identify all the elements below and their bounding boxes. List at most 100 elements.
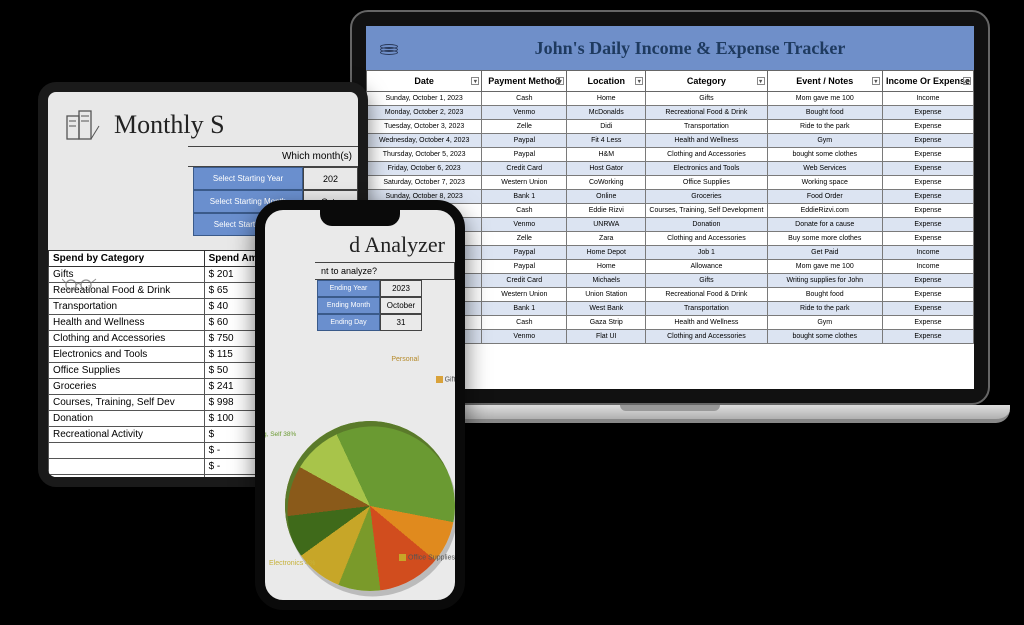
tracker-cell[interactable]: Bought food (767, 106, 882, 120)
tracker-col-5[interactable]: Income Or Expense▾ (882, 71, 973, 92)
tracker-cell[interactable]: Job 1 (646, 246, 767, 260)
tracker-col-0[interactable]: Date▾ (367, 71, 482, 92)
tracker-cell[interactable]: Home (567, 260, 646, 274)
tracker-cell[interactable]: Working space (767, 176, 882, 190)
tracker-cell[interactable]: Cash (482, 204, 567, 218)
tracker-row[interactable]: Saturday, October 7, 2023Western UnionCo… (367, 176, 974, 190)
tracker-col-1[interactable]: Payment Method▾ (482, 71, 567, 92)
tracker-cell[interactable]: Western Union (482, 176, 567, 190)
filter-icon[interactable]: ▾ (872, 77, 880, 85)
tracker-cell[interactable]: Gaza Strip (567, 316, 646, 330)
tracker-cell[interactable]: Friday, October 6, 2023 (367, 162, 482, 176)
tracker-cell[interactable]: Food Order (767, 190, 882, 204)
tracker-cell[interactable]: Bank 1 (482, 302, 567, 316)
ending-month-button[interactable]: Ending Month (317, 297, 380, 314)
tracker-cell[interactable]: Tuesday, October 3, 2023 (367, 120, 482, 134)
tracker-cell[interactable]: bought some clothes (767, 330, 882, 344)
tracker-col-2[interactable]: Location▾ (567, 71, 646, 92)
tracker-cell[interactable]: Thursday, October 5, 2023 (367, 148, 482, 162)
tracker-cell[interactable]: Transportation (646, 120, 767, 134)
tracker-cell[interactable]: Expense (882, 316, 973, 330)
tracker-cell[interactable]: Cash (482, 92, 567, 106)
select-start-year-button[interactable]: Select Starting Year (193, 167, 303, 190)
tracker-cell[interactable]: Credit Card (482, 274, 567, 288)
tracker-cell[interactable]: Income (882, 92, 973, 106)
tracker-cell[interactable]: Health and Wellness (646, 316, 767, 330)
tracker-cell[interactable]: Venmo (482, 218, 567, 232)
tracker-cell[interactable]: Expense (882, 162, 973, 176)
tracker-cell[interactable]: Home Depot (567, 246, 646, 260)
tracker-cell[interactable]: Sunday, October 1, 2023 (367, 92, 482, 106)
tracker-cell[interactable]: Expense (882, 120, 973, 134)
tracker-cell[interactable]: Western Union (482, 288, 567, 302)
filter-icon[interactable]: ▾ (635, 77, 643, 85)
ending-day-value[interactable]: 31 (380, 314, 422, 331)
tracker-cell[interactable]: Flat UI (567, 330, 646, 344)
tracker-cell[interactable]: Venmo (482, 330, 567, 344)
tracker-cell[interactable]: Monday, October 2, 2023 (367, 106, 482, 120)
tracker-cell[interactable]: West Bank (567, 302, 646, 316)
filter-icon[interactable]: ▾ (556, 77, 564, 85)
tracker-cell[interactable]: Zelle (482, 120, 567, 134)
tracker-cell[interactable]: Home (567, 92, 646, 106)
tracker-cell[interactable]: Online (567, 190, 646, 204)
tracker-cell[interactable]: Recreational Food & Drink (646, 106, 767, 120)
tracker-cell[interactable]: Expense (882, 302, 973, 316)
tracker-row[interactable]: Sunday, October 8, 2023Bank 1OnlineGroce… (367, 190, 974, 204)
tracker-cell[interactable]: Expense (882, 274, 973, 288)
col-category[interactable]: Spend by Category (49, 251, 205, 267)
tracker-cell[interactable]: Allowance (646, 260, 767, 274)
tracker-cell[interactable]: Bank 1 (482, 190, 567, 204)
tracker-cell[interactable]: Income (882, 260, 973, 274)
ending-year-button[interactable]: Ending Year (317, 280, 380, 297)
tracker-row[interactable]: Thursday, October 5, 2023PaypalH&MClothi… (367, 148, 974, 162)
start-year-value[interactable]: 202 (303, 167, 358, 190)
tracker-row[interactable]: Tuesday, October 3, 2023ZelleDidiTranspo… (367, 120, 974, 134)
filter-icon[interactable]: ▾ (471, 77, 479, 85)
tracker-cell[interactable]: bought some clothes (767, 148, 882, 162)
tracker-cell[interactable]: Didi (567, 120, 646, 134)
tracker-cell[interactable]: Ride to the park (767, 302, 882, 316)
tracker-cell[interactable]: Expense (882, 148, 973, 162)
tracker-cell[interactable]: Office Supplies (646, 176, 767, 190)
tracker-cell[interactable]: Health and Wellness (646, 134, 767, 148)
tracker-cell[interactable]: Clothing and Accessories (646, 232, 767, 246)
tracker-cell[interactable]: Donation (646, 218, 767, 232)
tracker-cell[interactable]: Expense (882, 232, 973, 246)
tracker-cell[interactable]: Gifts (646, 92, 767, 106)
tracker-cell[interactable]: Paypal (482, 260, 567, 274)
tracker-cell[interactable]: Expense (882, 204, 973, 218)
tracker-cell[interactable]: Recreational Food & Drink (646, 288, 767, 302)
tracker-cell[interactable]: Paypal (482, 246, 567, 260)
filter-icon[interactable]: ▾ (757, 77, 765, 85)
tracker-cell[interactable]: Mom gave me 100 (767, 260, 882, 274)
tracker-cell[interactable]: Wednesday, October 4, 2023 (367, 134, 482, 148)
tracker-cell[interactable]: Expense (882, 106, 973, 120)
tracker-cell[interactable]: Get Paid (767, 246, 882, 260)
tracker-cell[interactable]: Writing supplies for John (767, 274, 882, 288)
tracker-cell[interactable]: Expense (882, 176, 973, 190)
tracker-cell[interactable]: Mom gave me 100 (767, 92, 882, 106)
tracker-cell[interactable]: Michaels (567, 274, 646, 288)
ending-month-value[interactable]: October (380, 297, 422, 314)
tracker-cell[interactable]: Host Gator (567, 162, 646, 176)
tracker-cell[interactable]: Eddie Rizvi (567, 204, 646, 218)
ending-year-value[interactable]: 2023 (380, 280, 422, 297)
tracker-cell[interactable]: Saturday, October 7, 2023 (367, 176, 482, 190)
tracker-row[interactable]: Wednesday, October 4, 2023PaypalFit 4 Le… (367, 134, 974, 148)
tracker-cell[interactable]: Bought food (767, 288, 882, 302)
tracker-cell[interactable]: Expense (882, 288, 973, 302)
tracker-cell[interactable]: UNRWA (567, 218, 646, 232)
tracker-cell[interactable]: Expense (882, 134, 973, 148)
tracker-cell[interactable]: EddieRizvi.com (767, 204, 882, 218)
tracker-cell[interactable]: Buy some more clothes (767, 232, 882, 246)
tracker-row[interactable]: Monday, October 2, 2023VenmoMcDonaldsRec… (367, 106, 974, 120)
tracker-cell[interactable]: Paypal (482, 134, 567, 148)
tracker-row[interactable]: Sunday, October 1, 2023CashHomeGiftsMom … (367, 92, 974, 106)
tracker-cell[interactable]: Expense (882, 190, 973, 204)
tracker-cell[interactable]: McDonalds (567, 106, 646, 120)
tracker-cell[interactable]: H&M (567, 148, 646, 162)
tracker-cell[interactable]: Credit Card (482, 162, 567, 176)
tracker-cell[interactable]: Ride to the park (767, 120, 882, 134)
tracker-cell[interactable]: Donate for a cause (767, 218, 882, 232)
